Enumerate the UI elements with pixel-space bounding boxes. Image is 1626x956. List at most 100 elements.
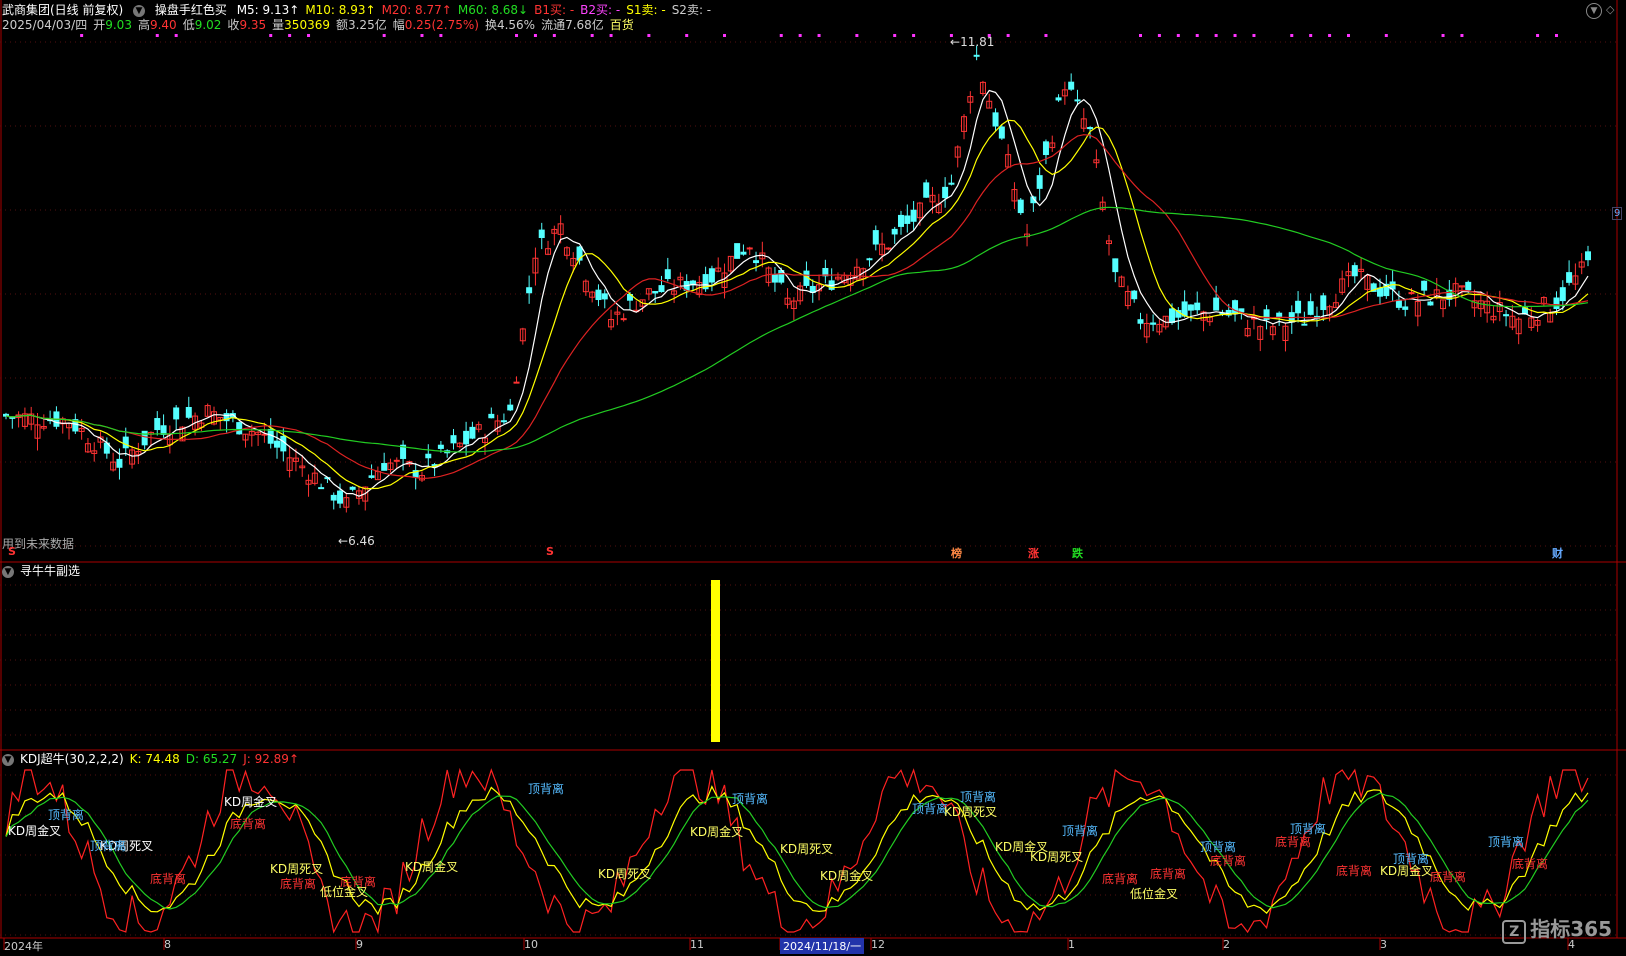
signal-dot [1460,34,1464,37]
candle-body [450,435,457,444]
candle-body [1068,81,1075,90]
event-marker[interactable]: 财 [1552,545,1563,561]
kdj-signal-label: 顶背离 [48,808,85,822]
kdj-signal-label: KD周死叉 [944,805,998,819]
candle-body [1553,297,1560,310]
candle-body [274,440,281,448]
candle-body [658,285,665,293]
candle-body [1087,127,1094,130]
sub1-header: ▼ 寻牛牛副选 [2,563,86,579]
signal-dot [590,34,594,37]
candle-body [1042,141,1049,156]
candle-body [734,243,741,259]
kdj-collapse-icon[interactable]: ▼ [2,753,14,766]
candle-body [872,230,879,245]
x-axis-label: 2024年 [4,940,43,953]
candle-body [122,436,129,449]
candle-body [1181,301,1188,317]
candle-body [393,459,400,462]
kdj-j-value: J: 92.89 [243,752,289,766]
x-axis-label: 11 [690,938,704,951]
candle-body [538,229,545,239]
signal-dot [1176,34,1180,37]
ma20-line [5,134,1589,480]
candle-body [595,289,602,301]
event-marker[interactable]: 榜 [951,545,962,561]
kdj-signal-label: 低位金叉 [1130,887,1179,901]
candle-body [1427,301,1434,306]
signal-dot [533,34,537,37]
signal-dot [1309,34,1313,37]
event-marker[interactable]: S [546,545,554,558]
candle-body [500,420,507,423]
signal-dot [723,34,727,37]
candle-body [349,486,356,490]
watermark: Z 指标365 [1502,913,1612,944]
candle-body [973,54,980,57]
x-axis-label: 2024/11/18/一 [780,938,865,954]
kdj-signal-label: 顶背离 [90,839,127,853]
kdj-signal-label: 顶背离 [912,802,949,816]
candle-body [1559,287,1566,302]
event-marker[interactable]: 涨 [1028,545,1039,561]
candle-body [513,381,520,384]
kdj-signal-label: 底背离 [1336,864,1373,878]
sub1-collapse-icon[interactable]: ▼ [2,565,14,578]
candle-body [910,209,917,222]
signal-dot [1233,34,1237,37]
kdj-signal-label: 底背离 [340,875,377,889]
candle-body [948,182,955,185]
candle-body [526,287,533,294]
candle-body [236,422,243,435]
signal-dot [1328,34,1332,37]
signal-dot [552,34,556,37]
kdj-signal-label: KD周死叉 [598,867,652,881]
candle-body [885,247,892,250]
candle-body [652,290,659,294]
signal-dot [307,34,311,37]
signal-dot [893,34,897,37]
candle-body [1307,301,1314,315]
kdj-signal-label: 底背离 [1430,870,1467,884]
signal-dot [1441,34,1445,37]
candle-body [1074,99,1081,102]
signal-dot [288,34,292,37]
kdj-signal-label: KD周死叉 [1030,850,1084,864]
signal-bar [711,580,720,742]
candle-body [1194,302,1201,311]
kline-chart-canvas[interactable] [0,0,1626,956]
event-marker[interactable]: S [8,545,16,558]
candle-body [173,407,180,420]
candle-body [1301,323,1308,326]
candle-body [469,426,476,439]
candle-body [1566,272,1573,283]
x-axis-label: 9 [356,938,363,951]
signal-dot [174,34,178,37]
candle-body [620,318,627,321]
candle-body [1320,295,1327,311]
kdj-signal-label: 底背离 [150,872,187,886]
x-axis-label: 10 [524,938,538,951]
candle-body [425,453,432,459]
kdj-j-arrow: ↑ [288,752,299,766]
candle-body [1213,297,1220,311]
watermark-text: 指标365 [1530,917,1612,941]
candle-body [1421,280,1428,291]
candle-body [1150,322,1157,325]
candle-body [753,260,760,264]
candle-body [381,463,388,471]
candle-body [904,215,911,224]
sub1-title[interactable]: 寻牛牛副选 [20,564,80,578]
candle-body [942,186,949,199]
kdj-signal-label: 底背离 [1150,867,1187,881]
kdj-signal-label: 顶背离 [1062,824,1099,838]
kdj-title[interactable]: KDJ超牛(30,2,2,2) [20,752,124,766]
candle-body [1395,299,1402,308]
signal-dot [1157,34,1161,37]
candle-body [1036,175,1043,189]
event-marker[interactable]: 跌 [1072,545,1083,561]
signal-dot [80,34,84,37]
candle-body [771,273,778,283]
kdj-signal-label: 顶背离 [732,792,769,806]
kdj-signal-label: KD周死叉 [780,842,834,856]
